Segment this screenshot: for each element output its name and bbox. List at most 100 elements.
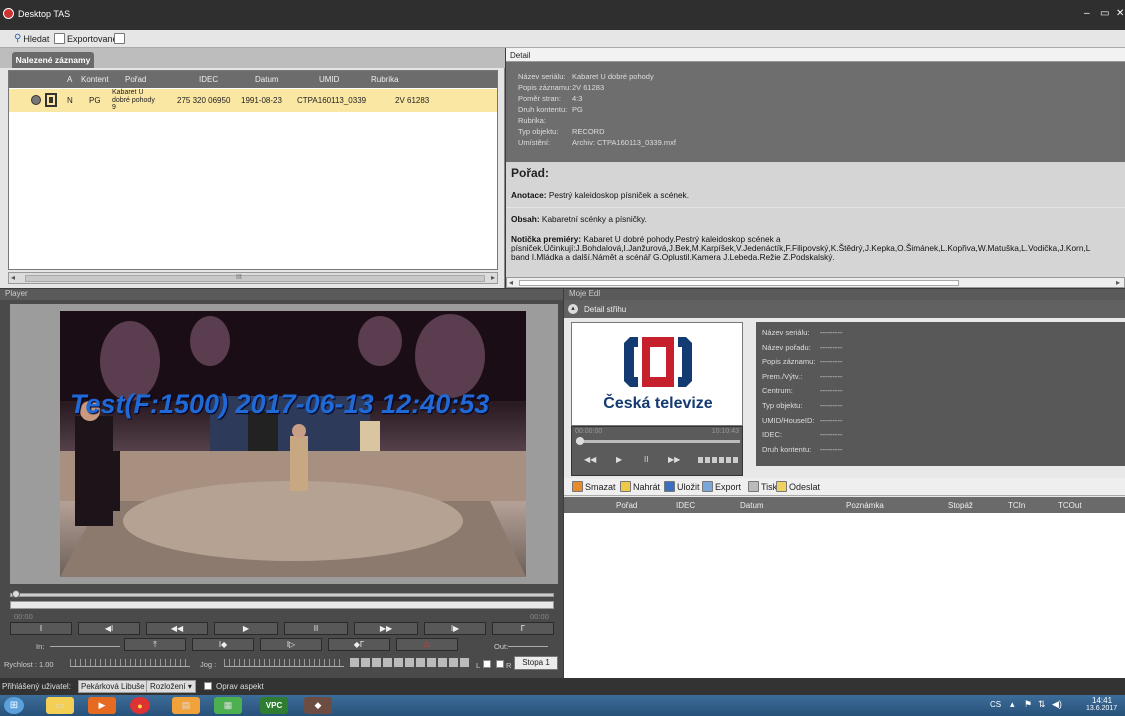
delete-button[interactable]: Smazat [572,481,616,492]
mark-out-button[interactable]: ⚠ [396,638,458,651]
meta-label: Název seriálu: [762,328,810,337]
col-porad[interactable]: Pořad [616,501,637,510]
col-umid[interactable]: UMID [319,75,339,84]
flag-icon[interactable]: ⚑ [1024,699,1032,710]
chrome-app[interactable]: ● [130,697,150,714]
out-label: Out: [494,642,509,651]
col-datum[interactable]: Datum [255,75,279,84]
scroll-right-arrow[interactable]: ▸ [1116,278,1120,287]
aspect-checkbox[interactable] [204,682,212,690]
send-button[interactable]: Odeslat [776,481,820,492]
play-in-button[interactable]: I▷ [260,638,322,651]
video-display[interactable]: Test(F:1500) 2017-06-13 12:40:53 [60,311,526,577]
table-row[interactable]: N PG Kabaret U dobré pohody 9 275 320 06… [9,89,497,112]
scroll-right-arrow[interactable]: ▸ [491,273,495,282]
right-channel-checkbox[interactable] [496,660,504,668]
prev-frame-button[interactable]: ◀I [78,622,140,635]
mini-ff-icon[interactable]: ▶▶ [668,455,680,464]
document-icon [114,33,125,44]
cell-porad-line3: 9 [112,104,116,111]
col-stopaz[interactable]: Stopáž [948,501,973,510]
mini-seek-handle[interactable] [576,437,584,445]
collapse-icon[interactable]: ▴ [568,304,578,314]
speaker-icon[interactable]: ◀) [1052,699,1062,710]
mark-in-button[interactable]: ⤒ [124,638,186,651]
mini-play-icon[interactable]: ▶ [616,455,622,464]
mini-rewind-icon[interactable]: ◀◀ [584,455,596,464]
col-idec[interactable]: IDEC [676,501,695,510]
col-a[interactable]: A [67,75,72,84]
tab-found-records[interactable]: Nalezené záznamy [12,52,94,68]
edit-detail-bar[interactable]: ▴ Detail střihu [564,300,1125,318]
scroll-thumb[interactable]: III [25,274,485,282]
save-button[interactable]: Uložit [664,481,700,492]
col-porad[interactable]: Pořad [125,75,146,84]
detail-scrollbar[interactable]: ◂ ▸ [506,277,1125,288]
speed-slider[interactable] [70,659,190,667]
go-start-button[interactable]: I [10,622,72,635]
title-bar: Desktop TAS – ▭ ✕ [0,0,1125,30]
seek-bar[interactable] [10,593,554,597]
tas-app[interactable]: ◆ [304,697,332,714]
meta-value: PG [572,105,583,114]
seek-handle[interactable] [12,590,20,598]
edl-grid[interactable] [564,513,1125,678]
layout-label: Rozložení [150,682,186,691]
layout-dropdown[interactable]: Rozložení ▾ [146,680,196,693]
edl-pane: ▴ Detail střihu Česká televize 00:00:00 … [564,300,1125,678]
track-button[interactable]: Stopa 1 [514,656,558,670]
mini-pause-icon[interactable]: II [644,455,648,464]
goto-out-button[interactable]: ◆Γ [328,638,390,651]
upload-button[interactable]: Nahrát [620,481,660,492]
maximize-button[interactable]: ▭ [1100,8,1109,19]
meta-label: Typ objektu: [762,400,803,410]
mini-seek-bar[interactable] [576,440,740,443]
col-tcin[interactable]: TCIn [1008,501,1025,510]
minimize-button[interactable]: – [1084,8,1090,19]
meta-value: --------- [820,430,843,440]
clock-date[interactable]: 13.6.2017 [1086,705,1117,712]
fast-forward-button[interactable]: ▶▶ [354,622,418,635]
mini-volume-meter[interactable] [698,457,740,463]
network-icon[interactable]: ⇅ [1038,699,1046,710]
col-poznamka[interactable]: Poznámka [846,501,884,510]
next-frame-button[interactable]: I▶ [424,622,486,635]
start-button[interactable]: ⊞ [4,697,24,714]
col-datum[interactable]: Datum [740,501,764,510]
left-channel-checkbox[interactable] [483,660,491,668]
folder-icon: ▭ [55,700,65,710]
rewind-button[interactable]: ◀◀ [146,622,208,635]
extra-doc-button[interactable] [114,33,125,44]
player-header: Player [0,289,563,300]
play-button[interactable]: ▶ [214,622,278,635]
pause-button[interactable]: II [284,622,348,635]
col-kontent[interactable]: Kontent [81,75,109,84]
col-rubrika[interactable]: Rubrika [371,75,399,84]
grid-scrollbar[interactable]: ◂ III ▸ [8,272,498,284]
office-app[interactable]: ▤ [172,697,200,714]
media-app[interactable]: ▶ [88,697,116,714]
exported-button[interactable]: Exportované [54,33,118,44]
scroll-left-arrow[interactable]: ◂ [509,278,513,287]
scroll-left-arrow[interactable]: ◂ [11,273,15,282]
col-tcout[interactable]: TCOut [1058,501,1082,510]
right-channel-label: R [506,661,512,670]
tiles-app[interactable]: ▦ [214,697,242,714]
tray-up-icon[interactable]: ▴ [1010,699,1015,710]
range-bar[interactable] [10,601,554,609]
out-line [508,646,548,647]
scroll-thumb[interactable] [519,280,959,286]
language-indicator[interactable]: CS [990,700,1001,709]
col-idec[interactable]: IDEC [199,75,218,84]
vpc-app[interactable]: VPC [260,697,288,714]
export-button[interactable]: Export [702,481,741,492]
print-button[interactable]: Tisk [748,481,777,492]
search-button[interactable]: ⚲ Hledat [14,33,49,44]
goto-in-button[interactable]: I◆ [192,638,254,651]
go-end-button[interactable]: Γ [492,622,554,635]
explorer-app[interactable]: ▭ [46,697,74,714]
clock-time[interactable]: 14:41 [1092,696,1112,705]
jog-slider[interactable] [224,659,344,667]
close-button[interactable]: ✕ [1116,8,1124,19]
folder-icon [620,481,631,492]
